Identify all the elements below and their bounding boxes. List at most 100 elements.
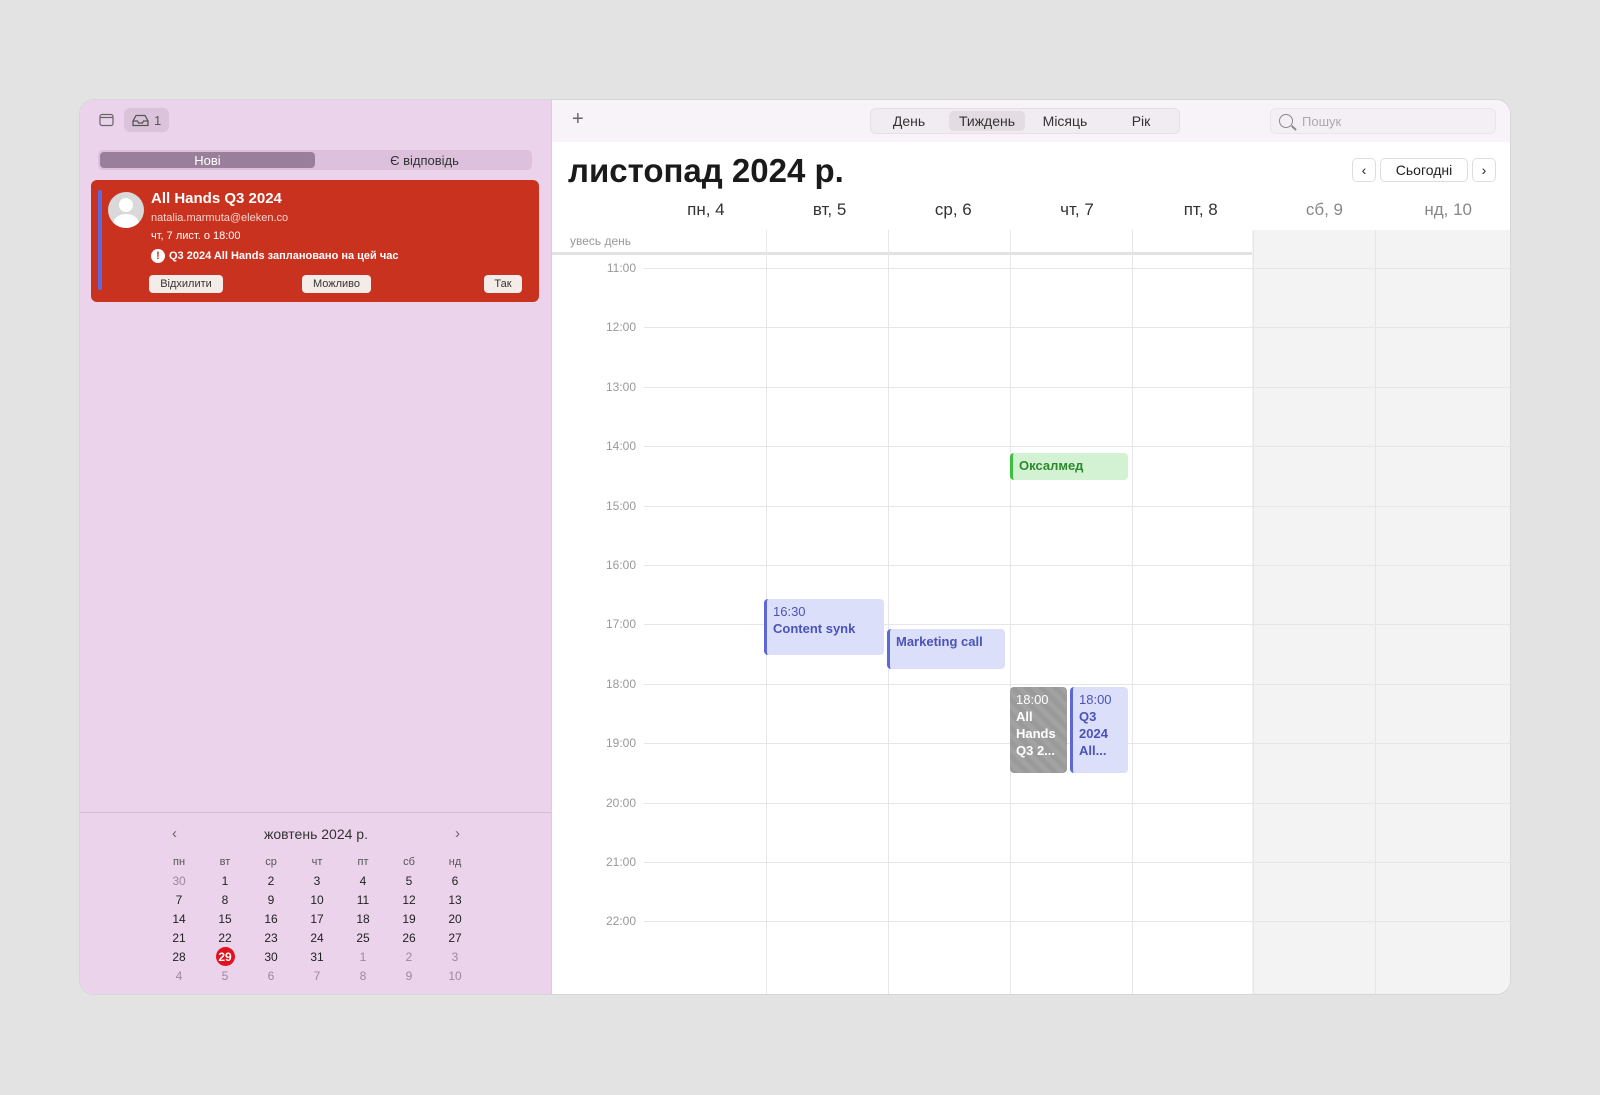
inbox-button[interactable]: 1 xyxy=(124,108,170,132)
calendar-icon xyxy=(98,113,114,127)
search-input[interactable]: Пошук xyxy=(1270,108,1496,134)
week-grid[interactable]: 22:00 21:00 20:00 19:00 18:00 17:00 16:00 15:00… xyxy=(552,230,1510,994)
day-column-divider xyxy=(888,230,889,994)
mini-calendar-day[interactable]: 7 xyxy=(294,966,340,985)
mini-calendar-day[interactable]: 2 xyxy=(386,947,432,966)
search-icon xyxy=(1279,114,1293,128)
mini-calendar-day[interactable]: 5 xyxy=(202,966,248,985)
mini-calendar-day[interactable]: 28 xyxy=(156,947,202,966)
mini-calendar-day[interactable]: 19 xyxy=(386,909,432,928)
day-header[interactable]: чт, 7 xyxy=(1015,200,1139,220)
calendar-color-bar xyxy=(98,190,102,290)
mini-calendar-day[interactable]: 20 xyxy=(432,909,478,928)
event-all-hands[interactable]: 18:00 All Hands Q3 2... xyxy=(1010,687,1067,773)
mini-calendar: ‹ жовтень 2024 р. › пн вт ср чт пт сб нд 30 1 2 3 4… xyxy=(156,816,476,985)
mini-calendar-day[interactable]: 29 xyxy=(202,947,248,966)
event-q3-all-hands[interactable]: 18:00 Q3 2024 All... xyxy=(1070,687,1128,773)
page-title: листопад 2024 р. xyxy=(568,152,844,189)
sidebar-toolbar: 1 xyxy=(94,108,170,132)
mini-calendar-day[interactable]: 1 xyxy=(202,871,248,890)
view-switcher: День Тиждень Місяць Рік xyxy=(870,108,1180,134)
mini-calendar-day[interactable]: 10 xyxy=(432,966,478,985)
mini-calendar-day[interactable]: 31 xyxy=(294,947,340,966)
mini-calendar-day[interactable]: 17 xyxy=(294,909,340,928)
tab-replied[interactable]: Є відповідь xyxy=(317,150,532,170)
view-week[interactable]: Тиждень xyxy=(949,111,1025,131)
sidebar: 1 Нові Є відповідь All Hands Q3 2024 nat… xyxy=(80,100,552,994)
mini-calendar-day[interactable]: 9 xyxy=(248,890,294,909)
mini-calendar-day[interactable]: 24 xyxy=(294,928,340,947)
day-column-divider xyxy=(1253,230,1254,994)
day-header[interactable]: пт, 8 xyxy=(1139,200,1263,220)
mini-calendar-day[interactable]: 22 xyxy=(202,928,248,947)
add-event-icon[interactable]: + xyxy=(572,108,584,131)
view-year[interactable]: Рік xyxy=(1103,109,1179,133)
event-oksalmed[interactable]: Оксалмед xyxy=(1010,453,1128,480)
event-marketing-call[interactable]: Marketing call xyxy=(887,629,1005,669)
mini-calendar-day[interactable]: 3 xyxy=(294,871,340,890)
mini-calendar-day[interactable]: 12 xyxy=(386,890,432,909)
mini-calendar-day[interactable]: 4 xyxy=(156,966,202,985)
day-column-divider xyxy=(1132,230,1133,994)
mini-calendar-day[interactable]: 7 xyxy=(156,890,202,909)
calendar-window: 1 Нові Є відповідь All Hands Q3 2024 nat… xyxy=(80,100,1510,994)
weekend-shade xyxy=(1252,230,1510,994)
hour-label: 17:00 xyxy=(605,617,636,632)
decline-button[interactable]: Відхилити xyxy=(149,275,223,293)
today-button[interactable]: Сьогодні xyxy=(1380,158,1468,182)
maybe-button[interactable]: Можливо xyxy=(302,275,371,293)
tab-new[interactable]: Нові xyxy=(100,152,315,168)
hour-label: 13:00 xyxy=(605,379,636,394)
day-header[interactable]: вт, 5 xyxy=(768,200,892,220)
mini-calendar-day[interactable]: 8 xyxy=(202,890,248,909)
avatar xyxy=(108,192,144,228)
hour-label: 21:00 xyxy=(605,855,636,869)
mini-calendar-day[interactable]: 16 xyxy=(248,909,294,928)
hour-label: 19:00 xyxy=(605,736,636,751)
mini-calendar-day[interactable]: 11 xyxy=(340,890,386,909)
event-content-synk[interactable]: 16:30 Content synk xyxy=(764,599,884,655)
inbox-count: 1 xyxy=(154,112,162,128)
mini-calendar-day[interactable]: 14 xyxy=(156,909,202,928)
mini-calendar-day[interactable]: 30 xyxy=(248,947,294,966)
mini-calendar-day[interactable]: 10 xyxy=(294,890,340,909)
mini-calendar-day[interactable]: 6 xyxy=(432,871,478,890)
accept-button[interactable]: Так xyxy=(484,275,522,293)
next-week-icon[interactable]: › xyxy=(1472,158,1496,182)
mini-calendar-day[interactable]: 8 xyxy=(340,966,386,985)
mini-calendar-day[interactable]: 3 xyxy=(432,947,478,966)
view-day[interactable]: День xyxy=(871,109,947,133)
invitation-title: All Hands Q3 2024 xyxy=(151,190,282,207)
mini-calendar-day[interactable]: 13 xyxy=(432,890,478,909)
mini-calendar-day[interactable]: 27 xyxy=(432,928,478,947)
prev-week-icon[interactable]: ‹ xyxy=(1352,158,1376,182)
mini-calendar-day[interactable]: 23 xyxy=(248,928,294,947)
mini-calendar-grid: пн вт ср чт пт сб нд 30 1 2 3 4 5 6 7 8 9 10 11 12 13 14 15 16 1… xyxy=(156,852,476,985)
mini-calendar-day[interactable]: 6 xyxy=(248,966,294,985)
day-header[interactable]: сб, 9 xyxy=(1263,200,1387,220)
hour-line xyxy=(644,386,1510,388)
hour-line xyxy=(644,921,1510,923)
mini-calendar-day[interactable]: 5 xyxy=(386,871,432,890)
next-month-icon[interactable]: › xyxy=(455,825,460,842)
calendar-list-button[interactable] xyxy=(94,108,118,132)
mini-calendar-day[interactable]: 9 xyxy=(386,966,432,985)
invitation-email: natalia.marmuta@eleken.co xyxy=(151,212,289,224)
hour-label: 20:00 xyxy=(605,795,636,810)
view-month[interactable]: Місяць xyxy=(1027,109,1103,133)
mini-calendar-day[interactable]: 21 xyxy=(156,928,202,947)
day-header[interactable]: нд, 10 xyxy=(1386,200,1510,220)
day-header[interactable]: ср, 6 xyxy=(891,200,1015,220)
mini-calendar-day[interactable]: 25 xyxy=(340,928,386,947)
invitation-card[interactable]: All Hands Q3 2024 natalia.marmuta@eleken… xyxy=(91,180,539,302)
mini-calendar-day[interactable]: 30 xyxy=(156,871,202,890)
mini-calendar-day[interactable]: 2 xyxy=(248,871,294,890)
mini-calendar-day[interactable]: 26 xyxy=(386,928,432,947)
mini-calendar-day[interactable]: 1 xyxy=(340,947,386,966)
weekday-label: вт xyxy=(219,855,231,868)
day-header[interactable]: пн, 4 xyxy=(644,200,768,220)
mini-calendar-day[interactable]: 15 xyxy=(202,909,248,928)
mini-calendar-day[interactable]: 18 xyxy=(340,909,386,928)
mini-calendar-day[interactable]: 4 xyxy=(340,871,386,890)
mini-calendar-title: жовтень 2024 р. xyxy=(264,826,368,842)
